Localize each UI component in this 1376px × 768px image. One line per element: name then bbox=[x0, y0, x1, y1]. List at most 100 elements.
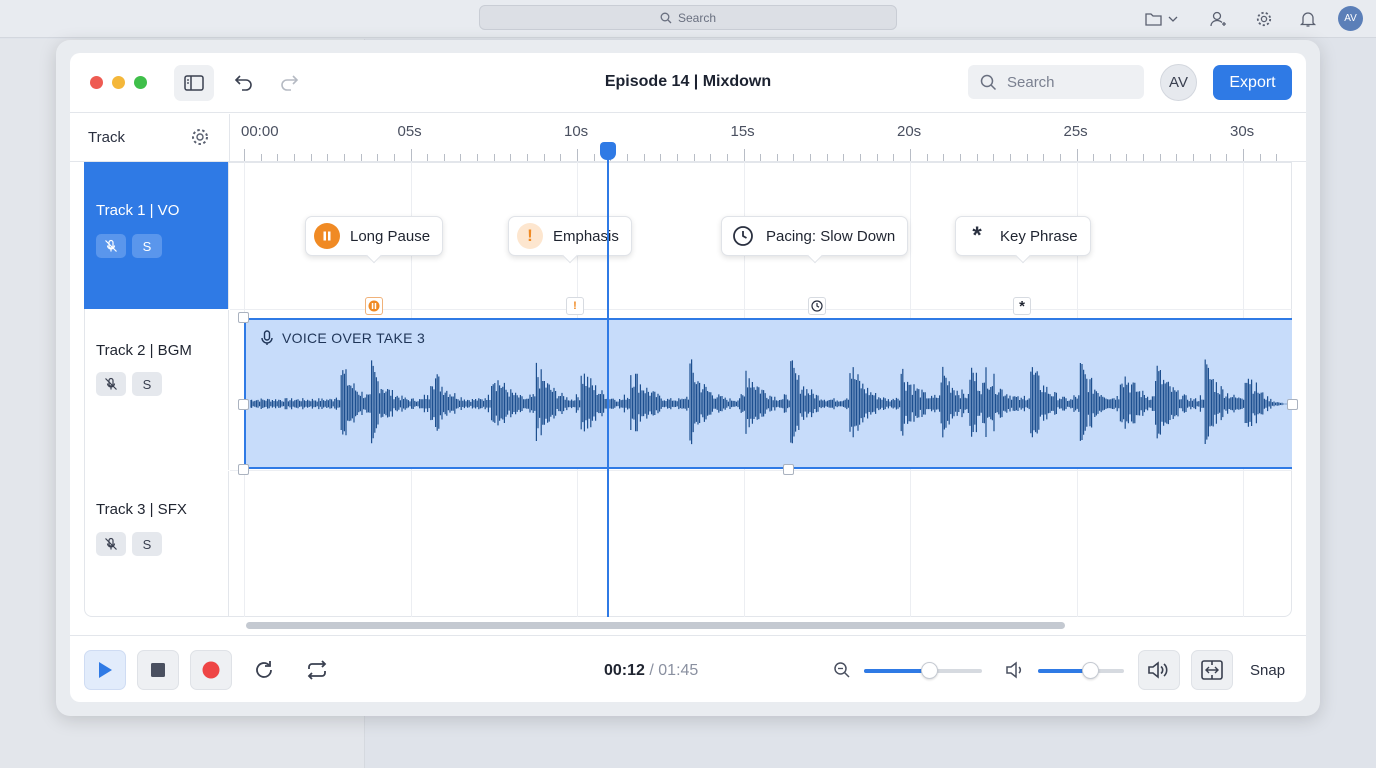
track-header-label: Track bbox=[88, 129, 125, 146]
ruler-label: 15s bbox=[730, 123, 755, 140]
zoom-slider[interactable] bbox=[864, 662, 982, 679]
ruler-tick bbox=[543, 154, 545, 161]
marker-pin-pause[interactable] bbox=[365, 297, 383, 315]
zoom-slider-knob[interactable] bbox=[920, 662, 938, 679]
os-avatar[interactable]: AV bbox=[1338, 6, 1363, 31]
forward-button[interactable] bbox=[243, 650, 285, 690]
ruler-tick bbox=[959, 154, 961, 161]
ruler-tick bbox=[793, 154, 795, 161]
timeline-ruler[interactable]: 00:00 05s 10s 15s 20s 25s 30s bbox=[230, 114, 1306, 162]
solo-button[interactable]: S bbox=[132, 532, 162, 556]
snap-toggle-button[interactable] bbox=[1191, 650, 1233, 690]
ruler-tick bbox=[277, 154, 279, 161]
marker-pin-pacing[interactable] bbox=[808, 297, 826, 315]
ruler-tick bbox=[310, 154, 312, 161]
os-settings-button[interactable] bbox=[1253, 8, 1275, 30]
ruler-tick bbox=[843, 154, 845, 161]
ruler-tick bbox=[1093, 154, 1095, 161]
ruler-label: 05s bbox=[397, 123, 422, 140]
notifications-button[interactable] bbox=[1297, 8, 1319, 30]
record-icon bbox=[202, 661, 220, 679]
audio-clip[interactable]: VOICE OVER TAKE 3 bbox=[244, 318, 1292, 469]
volume-slider-knob[interactable] bbox=[1081, 662, 1099, 679]
ruler-tick bbox=[810, 154, 812, 161]
undo-button[interactable] bbox=[230, 69, 258, 97]
ruler-tick bbox=[244, 149, 245, 161]
clip-resize-handle[interactable] bbox=[238, 312, 249, 323]
horizontal-scrollbar[interactable] bbox=[246, 622, 1065, 629]
mute-button[interactable] bbox=[96, 532, 126, 556]
volume-slider[interactable] bbox=[1038, 662, 1124, 679]
solo-button[interactable]: S bbox=[132, 372, 162, 396]
track-row-vo[interactable]: Track 1 | VO S bbox=[84, 162, 229, 309]
asterisk-icon: * bbox=[1019, 297, 1025, 315]
zoom-icon bbox=[833, 661, 851, 684]
ruler-tick bbox=[1143, 154, 1145, 161]
maximize-window-button[interactable] bbox=[134, 76, 147, 89]
ruler-label: 00:00 bbox=[241, 123, 279, 140]
speaker-button[interactable] bbox=[1138, 650, 1180, 690]
search-input[interactable]: Search bbox=[968, 65, 1144, 99]
clip-resize-handle[interactable] bbox=[1287, 399, 1298, 410]
ruler-tick bbox=[410, 149, 412, 161]
ruler-tick bbox=[1276, 154, 1278, 161]
ruler-tick bbox=[1209, 154, 1211, 161]
ruler-tick bbox=[1026, 154, 1028, 161]
export-button[interactable]: Export bbox=[1213, 65, 1292, 100]
current-time: 00:12 bbox=[604, 662, 645, 679]
ruler-tick bbox=[1009, 154, 1011, 161]
loop-button[interactable] bbox=[296, 650, 338, 690]
mute-icon bbox=[105, 239, 117, 252]
toggle-sidebar-button[interactable] bbox=[174, 65, 214, 101]
mute-icon bbox=[105, 537, 117, 550]
stop-button[interactable] bbox=[137, 650, 179, 690]
marker-pin-emphasis[interactable]: ! bbox=[566, 297, 584, 315]
clock-icon bbox=[811, 300, 823, 312]
record-button[interactable] bbox=[190, 650, 232, 690]
clip-resize-handle[interactable] bbox=[238, 399, 249, 410]
marker-emphasis[interactable]: ! Emphasis bbox=[508, 216, 632, 256]
track-row-sfx[interactable]: Track 3 | SFX S bbox=[84, 471, 229, 616]
waveform bbox=[250, 359, 1289, 445]
play-button[interactable] bbox=[84, 650, 126, 690]
track-name: Track 2 | BGM bbox=[96, 342, 192, 359]
minimize-window-button[interactable] bbox=[112, 76, 125, 89]
ruler-tick bbox=[926, 154, 928, 161]
clip-resize-handle[interactable] bbox=[783, 464, 794, 475]
playhead-handle[interactable] bbox=[600, 142, 616, 160]
track-name: Track 1 | VO bbox=[96, 202, 180, 219]
ruler-tick bbox=[293, 154, 295, 161]
os-search-field[interactable]: Search bbox=[479, 5, 897, 30]
marker-pin-key-phrase[interactable]: * bbox=[1013, 297, 1031, 315]
marker-key-phrase[interactable]: * Key Phrase bbox=[955, 216, 1091, 256]
ruler-tick bbox=[427, 154, 429, 161]
ruler-tick bbox=[1176, 154, 1178, 161]
track-settings-button[interactable] bbox=[190, 127, 210, 152]
marker-label: Key Phrase bbox=[1000, 227, 1078, 245]
ruler-tick bbox=[976, 154, 978, 161]
marker-long-pause[interactable]: Long Pause bbox=[305, 216, 444, 256]
mute-icon bbox=[105, 377, 117, 390]
track-row-bgm[interactable]: Track 2 | BGM S bbox=[84, 310, 229, 470]
marker-pacing[interactable]: Pacing: Slow Down bbox=[721, 216, 909, 256]
mute-button[interactable] bbox=[96, 372, 126, 396]
ruler-tick bbox=[1059, 154, 1061, 161]
ruler-tick bbox=[460, 154, 462, 161]
solo-button[interactable]: S bbox=[132, 234, 162, 258]
ruler-tick bbox=[593, 154, 595, 161]
ruler-label: 10s bbox=[564, 123, 589, 140]
play-icon bbox=[99, 662, 112, 678]
folder-menu-button[interactable] bbox=[1142, 8, 1182, 30]
redo-button[interactable] bbox=[275, 69, 303, 97]
mute-button[interactable] bbox=[96, 234, 126, 258]
marker-label: Long Pause bbox=[350, 227, 431, 245]
user-avatar[interactable]: AV bbox=[1160, 64, 1197, 101]
close-window-button[interactable] bbox=[90, 76, 103, 89]
ruler-tick bbox=[893, 154, 895, 161]
time-display: 00:12 / 01:45 bbox=[604, 662, 698, 680]
undo-icon bbox=[234, 75, 252, 91]
ruler-tick bbox=[1126, 154, 1128, 161]
clip-resize-handle[interactable] bbox=[238, 464, 249, 475]
ruler-tick bbox=[260, 154, 262, 161]
account-button[interactable] bbox=[1207, 8, 1229, 30]
